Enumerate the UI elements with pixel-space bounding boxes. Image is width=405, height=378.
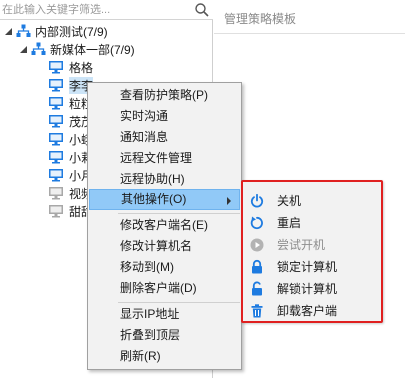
menu-separator — [118, 302, 240, 303]
computer-icon — [49, 61, 63, 74]
computer-icon — [49, 79, 63, 92]
menu-item-view-policy[interactable]: 查看防护策略(P) — [89, 85, 240, 106]
tree-node-label: 内部测试(7/9) — [35, 24, 108, 39]
page-title: 管理策略模板 — [224, 12, 297, 26]
menu-separator — [118, 213, 240, 214]
computer-icon — [49, 133, 63, 146]
org-group-icon — [31, 42, 46, 55]
menu-item-rename-computer[interactable]: 修改计算机名 — [89, 236, 240, 257]
menu-item-label: 远程文件管理 — [120, 151, 193, 165]
menu-item-rename-client[interactable]: 修改客户端名(E) — [89, 215, 240, 236]
tree-node-root[interactable]: 内部测试(7/9) — [3, 22, 108, 40]
tree-computer-item[interactable]: 格格 — [48, 58, 93, 76]
submenu-item-shutdown[interactable]: 关机 — [243, 190, 381, 211]
menu-item-label: 远程协助(H) — [120, 172, 185, 186]
collapse-triangle-icon[interactable] — [18, 44, 28, 54]
computer-icon — [49, 151, 63, 164]
menu-item-label: 查看防护策略(P) — [120, 88, 208, 102]
menu-item-refresh[interactable]: 刷新(R) — [89, 346, 240, 367]
collapse-triangle-icon[interactable] — [3, 26, 13, 36]
menu-item-remote-assist[interactable]: 远程协助(H) — [89, 169, 240, 190]
menu-item-label: 删除客户端(D) — [120, 281, 197, 295]
submenu-item-uninstall[interactable]: 卸载客户端 — [243, 300, 381, 321]
trash-icon — [251, 303, 263, 317]
context-menu: 查看防护策略(P) 实时沟通 通知消息 远程文件管理 远程协助(H) 其他操作(… — [87, 82, 242, 370]
submenu-arrow-icon — [227, 197, 231, 205]
menu-item-label: 显示IP地址 — [120, 307, 180, 321]
submenu-item-label: 解锁计算机 — [277, 282, 338, 296]
menu-item-label: 其他操作(O) — [121, 192, 187, 206]
play-icon — [250, 238, 264, 251]
policy-panel-header: 管理策略模板 — [214, 0, 405, 34]
menu-item-label: 实时沟通 — [120, 109, 169, 123]
search-icon[interactable] — [194, 2, 210, 18]
computer-icon — [49, 115, 63, 128]
computer-icon — [49, 205, 63, 218]
menu-item-label: 修改客户端名(E) — [120, 218, 208, 232]
menu-item-label: 修改计算机名 — [120, 239, 193, 253]
search-bar — [0, 0, 213, 20]
menu-item-remote-files[interactable]: 远程文件管理 — [89, 148, 240, 169]
submenu-item-restart[interactable]: 重启 — [243, 212, 381, 233]
submenu-item-label: 锁定计算机 — [277, 260, 338, 274]
menu-item-notify[interactable]: 通知消息 — [89, 127, 240, 148]
restart-icon — [250, 216, 263, 229]
menu-item-collapse-top[interactable]: 折叠到顶层 — [89, 325, 240, 346]
menu-item-delete-client[interactable]: 删除客户端(D) — [89, 278, 240, 299]
computer-icon — [49, 187, 63, 200]
submenu-item-unlock[interactable]: 解锁计算机 — [243, 278, 381, 299]
submenu-item-label: 尝试开机 — [277, 238, 326, 252]
unlock-icon — [252, 281, 262, 295]
power-icon — [250, 193, 264, 208]
menu-item-label: 通知消息 — [120, 130, 169, 144]
menu-item-other-actions[interactable]: 其他操作(O) — [89, 189, 240, 210]
submenu-item-label: 关机 — [277, 194, 302, 208]
menu-item-show-ip[interactable]: 显示IP地址 — [89, 304, 240, 325]
org-group-icon — [16, 24, 31, 37]
submenu-item-try-boot[interactable]: 尝试开机 — [243, 234, 381, 255]
menu-item-label: 移动到(M) — [120, 260, 174, 274]
tree-node-label: 新媒体一部(7/9) — [50, 42, 135, 57]
tree-node-group[interactable]: 新媒体一部(7/9) — [18, 40, 135, 58]
search-input[interactable] — [0, 1, 190, 19]
menu-item-label: 折叠到顶层 — [120, 328, 181, 342]
menu-item-move-to[interactable]: 移动到(M) — [89, 257, 240, 278]
submenu-item-lock[interactable]: 锁定计算机 — [243, 256, 381, 277]
lock-icon — [252, 259, 262, 273]
submenu-item-label: 重启 — [277, 216, 302, 230]
computer-icon — [49, 169, 63, 182]
submenu-item-label: 卸载客户端 — [277, 304, 338, 318]
menu-item-label: 刷新(R) — [120, 349, 161, 363]
other-actions-submenu: 关机 重启 尝试开机 锁定计算机 解锁计算机 卸载客户端 — [241, 180, 383, 323]
computer-icon — [49, 97, 63, 110]
menu-item-realtime-chat[interactable]: 实时沟通 — [89, 106, 240, 127]
tree-computer-label: 格格 — [69, 60, 94, 75]
